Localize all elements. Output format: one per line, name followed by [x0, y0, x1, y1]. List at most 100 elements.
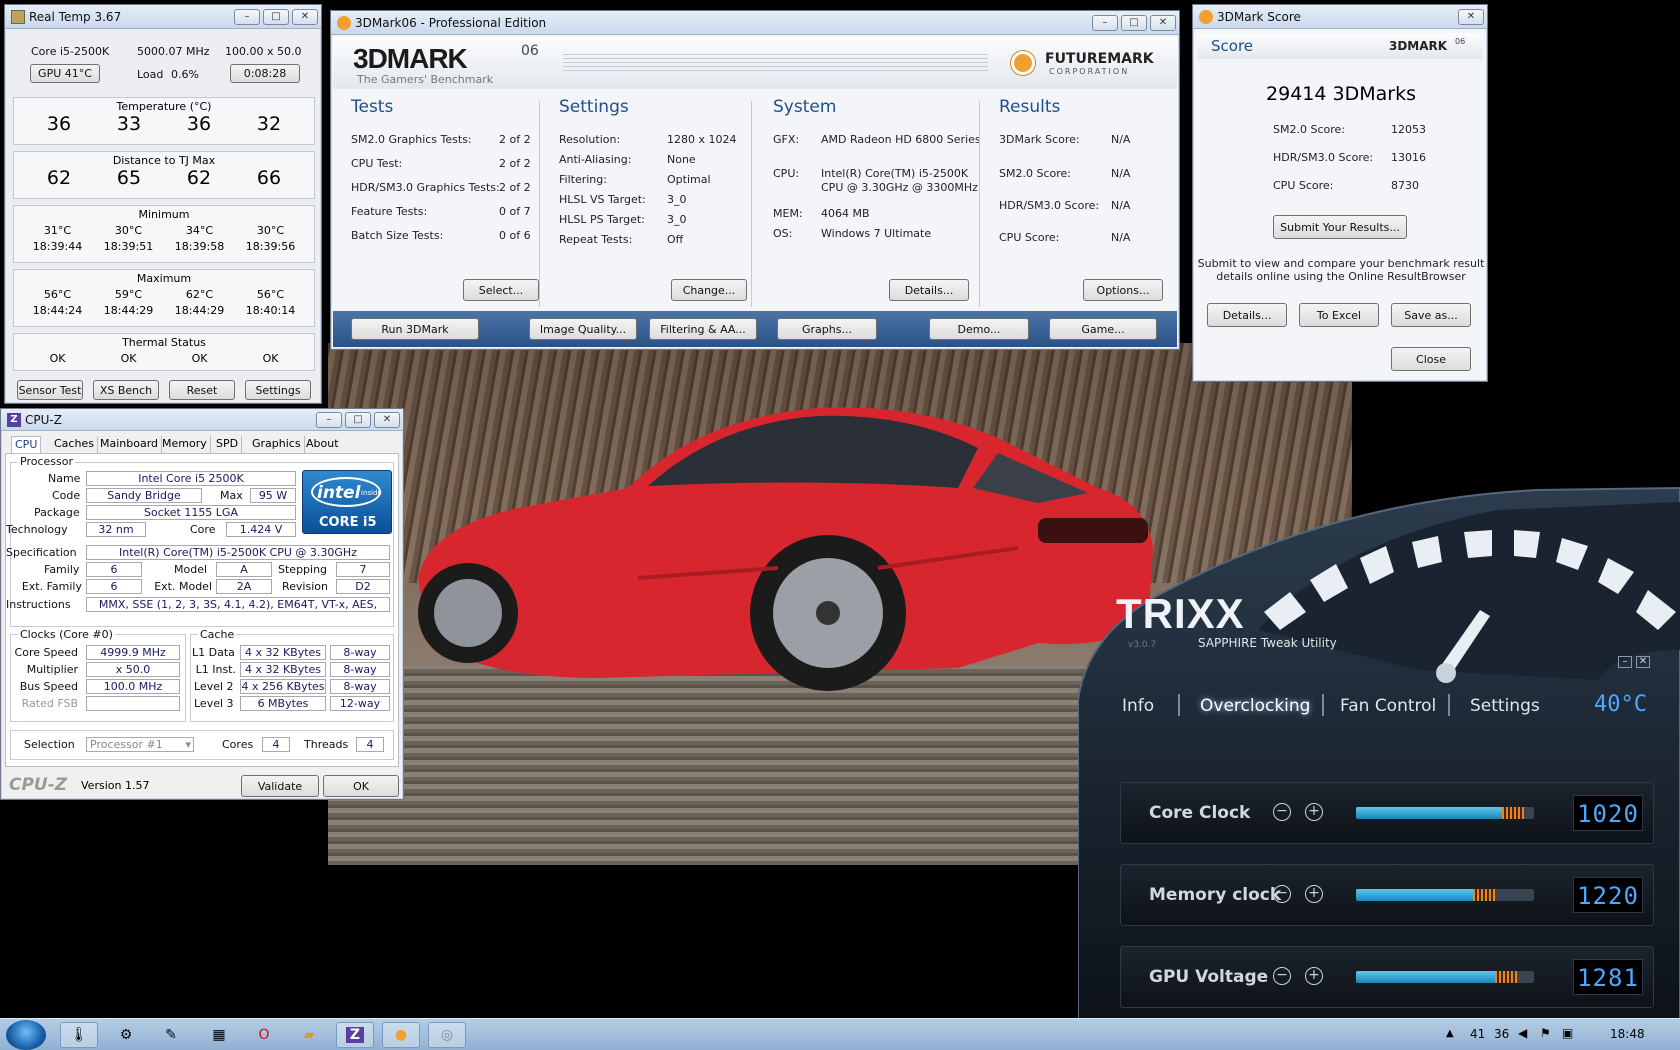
network-icon[interactable]: ▣: [1562, 1026, 1573, 1040]
system-gfx: AMD Radeon HD 6800 Series: [821, 133, 981, 146]
trixx-close-button[interactable]: ✕: [1636, 656, 1650, 668]
score-details-button[interactable]: Details...: [1207, 303, 1287, 327]
trixx-slider[interactable]: [1356, 971, 1534, 983]
network-taskbar-icon[interactable]: ⚙: [107, 1022, 145, 1048]
tool-taskbar-icon[interactable]: ✎: [152, 1022, 190, 1048]
cpuz-titlebar[interactable]: Z CPU-Z – □ ✕: [1, 409, 403, 431]
change-button[interactable]: Change...: [671, 279, 747, 301]
tab-settings[interactable]: Settings: [1470, 696, 1540, 716]
tagline: The Gamers' Benchmark: [357, 73, 494, 86]
validate-button[interactable]: Validate: [241, 775, 319, 797]
cpuz-taskbar-icon[interactable]: Z: [336, 1022, 374, 1048]
tab-info[interactable]: Info: [1122, 696, 1154, 716]
tab-fan-control[interactable]: Fan Control: [1340, 696, 1436, 716]
trixx-minimize-button[interactable]: –: [1618, 656, 1632, 668]
volume-icon[interactable]: ◀: [1518, 1026, 1527, 1040]
demo-button[interactable]: Demo...: [929, 318, 1029, 340]
realtemp-header: Core i5-2500K 5000.07 MHz 100.00 x 50.0 …: [13, 35, 315, 87]
sensor-test-button[interactable]: Sensor Test: [17, 380, 83, 400]
clock[interactable]: 18:48: [1610, 1027, 1645, 1041]
trixx-shell: [1078, 486, 1680, 1020]
calendar-taskbar-icon[interactable]: ▦: [200, 1022, 238, 1048]
tray-expand-icon[interactable]: ▲: [1446, 1028, 1454, 1039]
3dmark-taskbar-icon[interactable]: ●: [382, 1022, 420, 1048]
trixx-slider-handle[interactable]: [1494, 971, 1517, 983]
run-3dmark-button[interactable]: Run 3DMark: [351, 318, 479, 340]
reset-button[interactable]: Reset: [169, 380, 235, 400]
specification-value: Intel(R) Core(TM) i5-2500K CPU @ 3.30GHz: [86, 545, 390, 560]
trixx-slider[interactable]: [1356, 807, 1534, 819]
3dmark-titlebar[interactable]: 3DMark06 - Professional Edition – □ ✕: [331, 11, 1179, 35]
start-button[interactable]: [6, 1020, 46, 1050]
cpu-score-label: CPU Score:: [1273, 179, 1334, 192]
chevron-down-icon: ▾: [185, 738, 191, 751]
tab-overclocking[interactable]: Overclocking: [1200, 696, 1310, 716]
plus-button[interactable]: +: [1305, 885, 1323, 903]
game-button[interactable]: Game...: [1049, 318, 1157, 340]
trixx-logo: TRIXX: [1116, 590, 1245, 637]
threads-label: Threads: [304, 738, 349, 751]
score-close-button[interactable]: Close: [1391, 347, 1471, 371]
xs-bench-button[interactable]: XS Bench: [93, 380, 159, 400]
realtemp-taskbar-icon[interactable]: 🌡: [60, 1022, 98, 1048]
plus-button[interactable]: +: [1305, 967, 1323, 985]
gpu-temp-button[interactable]: GPU 41°C: [30, 64, 100, 83]
tab-spd[interactable]: SPD: [213, 436, 243, 453]
max-tdp-label: Max: [220, 489, 243, 502]
trixx-slider-handle[interactable]: [1501, 807, 1524, 819]
timer-button[interactable]: 0:08:28: [230, 64, 300, 83]
minus-button[interactable]: −: [1273, 803, 1291, 821]
tab-caches[interactable]: Caches: [51, 436, 98, 453]
realtemp-titlebar[interactable]: Real Temp 3.67 – □ ✕: [5, 5, 321, 29]
options-button[interactable]: Options...: [1083, 279, 1163, 301]
filtering-aa-button[interactable]: Filtering & AA...: [649, 318, 757, 340]
technology-label: Technology: [6, 523, 68, 536]
test-value: 2 of 2: [499, 157, 531, 170]
close-button[interactable]: ✕: [1458, 8, 1484, 25]
results-title: Results: [999, 97, 1061, 117]
to-excel-button[interactable]: To Excel: [1299, 303, 1379, 327]
submit-results-button[interactable]: Submit Your Results...: [1273, 215, 1407, 239]
maximize-button[interactable]: □: [1121, 14, 1147, 31]
ok-button[interactable]: OK: [323, 775, 399, 797]
temperature-title: Temperature (°C): [116, 100, 212, 113]
minus-button[interactable]: −: [1273, 967, 1291, 985]
submit-description: Submit to view and compare your benchmar…: [1193, 257, 1489, 283]
score-titlebar[interactable]: 3DMark Score ✕: [1193, 5, 1487, 29]
trixx-taskbar-icon[interactable]: ◎: [428, 1022, 466, 1048]
plus-button[interactable]: +: [1305, 803, 1323, 821]
tab-memory[interactable]: Memory: [159, 436, 211, 453]
processor-select[interactable]: Processor #1 ▾: [86, 737, 194, 752]
close-button[interactable]: ✕: [292, 8, 318, 25]
tab-mainboard[interactable]: Mainboard: [97, 436, 163, 453]
maximize-button[interactable]: □: [345, 411, 371, 428]
select-button[interactable]: Select...: [463, 279, 539, 301]
trixx-slider-handle[interactable]: [1473, 889, 1496, 901]
folder-taskbar-icon[interactable]: ▰: [290, 1022, 328, 1048]
graphs-button[interactable]: Graphs...: [777, 318, 877, 340]
realtemp-window: Real Temp 3.67 – □ ✕ Core i5-2500K 5000.…: [4, 4, 322, 404]
futuremark-logo-icon: [1011, 51, 1035, 75]
tab-about[interactable]: About: [303, 436, 342, 453]
image-quality-button[interactable]: Image Quality...: [529, 318, 637, 340]
close-button[interactable]: ✕: [1150, 14, 1176, 31]
trixx-slider[interactable]: [1356, 889, 1534, 901]
settings-button[interactable]: Settings: [245, 380, 311, 400]
maximize-button[interactable]: □: [263, 8, 289, 25]
minus-button[interactable]: −: [1273, 885, 1291, 903]
flag-icon[interactable]: ⚑: [1540, 1026, 1551, 1040]
opera-taskbar-icon[interactable]: O: [245, 1022, 283, 1048]
details-button[interactable]: Details...: [889, 279, 969, 301]
ext-family-value: 6: [86, 579, 142, 594]
tab-cpu[interactable]: CPU: [11, 436, 42, 453]
result-value: N/A: [1111, 133, 1131, 146]
tab-graphics[interactable]: Graphics: [249, 436, 305, 453]
minimize-button[interactable]: –: [1092, 14, 1118, 31]
save-as-button[interactable]: Save as...: [1391, 303, 1471, 327]
code-label: Code: [52, 489, 81, 502]
close-button[interactable]: ✕: [374, 411, 400, 428]
l1-data-label: L1 Data: [192, 646, 235, 659]
minimize-button[interactable]: –: [234, 8, 260, 25]
minimize-button[interactable]: –: [316, 411, 342, 428]
l1-inst-ways: 8-way: [330, 662, 390, 677]
